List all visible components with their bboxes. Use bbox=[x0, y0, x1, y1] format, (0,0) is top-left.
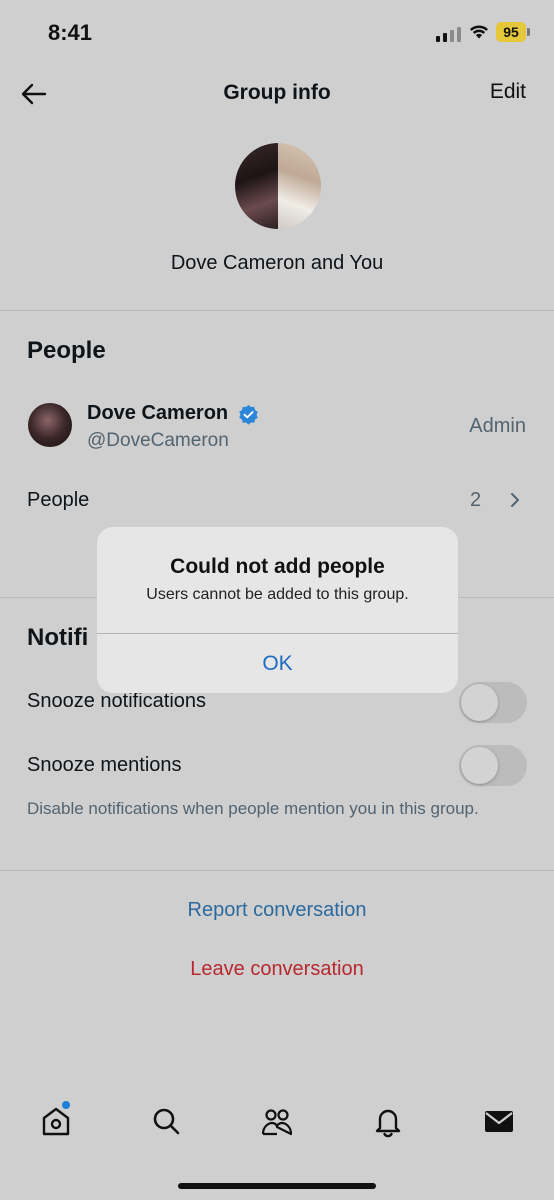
alert-dialog: Could not add people Users cannot be add… bbox=[97, 527, 458, 693]
home-indicator bbox=[178, 1183, 376, 1189]
dialog-ok-button[interactable]: OK bbox=[97, 634, 458, 693]
member-role: Admin bbox=[469, 415, 526, 437]
verified-badge-icon bbox=[239, 404, 258, 425]
divider bbox=[0, 870, 554, 871]
page-title: Group info bbox=[223, 81, 331, 104]
home-icon[interactable] bbox=[40, 1104, 72, 1138]
chevron-right-icon[interactable] bbox=[508, 490, 522, 510]
divider bbox=[0, 310, 554, 311]
messages-icon[interactable] bbox=[483, 1104, 515, 1138]
leave-conversation-button[interactable]: Leave conversation bbox=[0, 958, 554, 981]
report-conversation-button[interactable]: Report conversation bbox=[0, 899, 554, 922]
cellular-signal-icon bbox=[436, 26, 461, 42]
dialog-title: Could not add people bbox=[170, 555, 385, 578]
battery-indicator: 95 bbox=[496, 22, 530, 42]
people-count: 2 bbox=[470, 489, 482, 511]
snooze-mentions-description: Disable notifications when people mentio… bbox=[27, 799, 479, 818]
notification-dot bbox=[62, 1101, 70, 1109]
group-name: Dove Cameron and You bbox=[170, 252, 384, 274]
edit-button[interactable]: Edit bbox=[490, 80, 526, 104]
communities-icon[interactable] bbox=[261, 1104, 293, 1138]
status-bar: 8:41 95 bbox=[0, 0, 554, 64]
snooze-notifications-toggle[interactable] bbox=[459, 682, 527, 723]
wifi-icon bbox=[470, 25, 488, 39]
status-time: 8:41 bbox=[48, 20, 93, 45]
snooze-mentions-toggle[interactable] bbox=[459, 745, 527, 786]
people-row-label[interactable]: People bbox=[27, 489, 89, 512]
member-name[interactable]: Dove Cameron bbox=[87, 402, 228, 425]
group-avatar bbox=[235, 143, 321, 229]
notifications-bell-icon[interactable] bbox=[372, 1104, 404, 1138]
people-section-title: People bbox=[27, 337, 106, 364]
dialog-message: Users cannot be added to this group. bbox=[146, 586, 409, 603]
member-handle: @DoveCameron bbox=[87, 430, 229, 451]
member-avatar[interactable] bbox=[28, 403, 72, 447]
notifications-section-title: Notifi bbox=[27, 624, 89, 651]
snooze-notifications-label: Snooze notifications bbox=[27, 690, 207, 712]
snooze-mentions-label: Snooze mentions bbox=[27, 754, 182, 776]
search-icon[interactable] bbox=[150, 1104, 182, 1138]
